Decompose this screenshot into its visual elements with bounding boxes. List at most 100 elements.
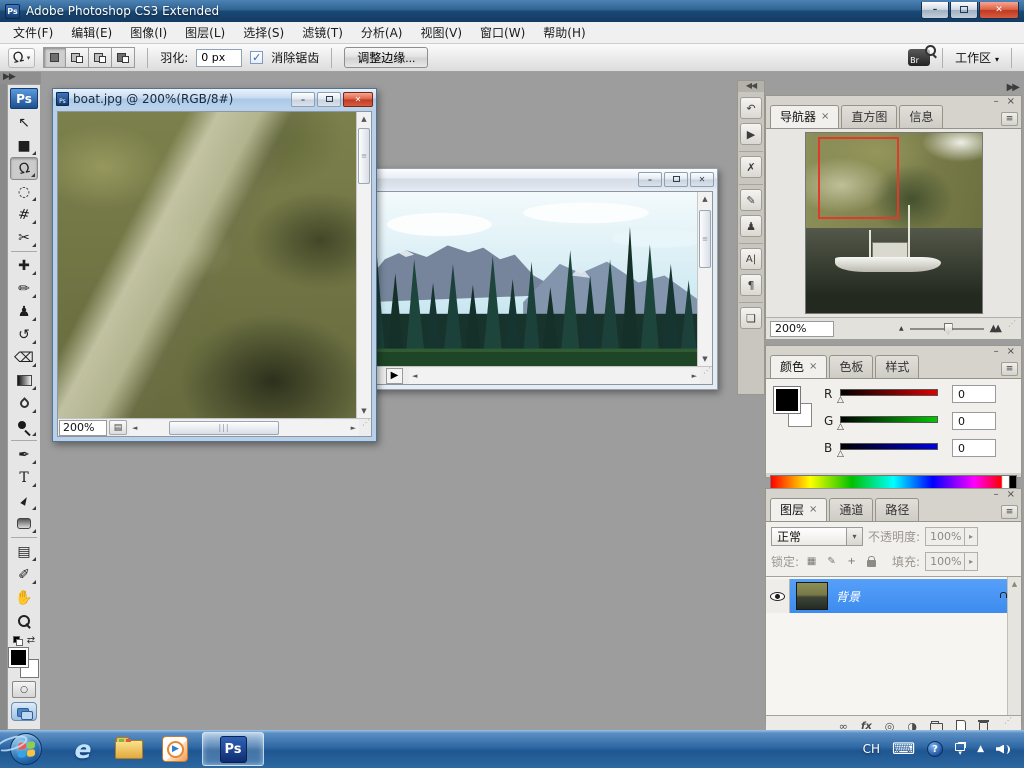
doc1-close-button[interactable]: ✕ [343, 91, 373, 107]
scrollbar-thumb[interactable]: ≡ [699, 210, 711, 268]
actions-panel-button[interactable]: ▶ [740, 123, 762, 145]
path-selection-tool[interactable]: ► [10, 489, 38, 512]
tab-info[interactable]: 信息 [899, 105, 944, 128]
scroll-up-arrow[interactable]: ▲ [702, 192, 707, 206]
file-explorer-button[interactable] [106, 731, 152, 767]
minimize-button[interactable]: – [921, 1, 949, 19]
ps-logo-button[interactable]: Ps [10, 88, 38, 109]
blend-mode-select[interactable]: 正常 ▾ [771, 527, 863, 546]
panel-menu-button[interactable]: ≡ [1001, 112, 1018, 126]
tab-color[interactable]: 颜色 × [770, 355, 828, 378]
status-flyout-button[interactable]: ▶ [386, 367, 403, 384]
lock-transparency-button[interactable]: ▦ [804, 554, 819, 569]
zoom-out-icon[interactable]: ▲ [899, 325, 904, 332]
workspace-menu[interactable]: 工作区 ▾ [955, 49, 999, 66]
red-slider[interactable]: △ [837, 387, 938, 405]
panel-minimize-icon[interactable]: – [994, 490, 999, 500]
green-slider[interactable]: △ [837, 414, 938, 432]
tab-close-icon[interactable]: × [809, 504, 817, 515]
dock-collapse-header[interactable]: ◀◀ [738, 81, 764, 92]
panel-close-icon[interactable]: × [1007, 490, 1015, 500]
menu-edit[interactable]: 编辑(E) [62, 22, 121, 43]
history-brush-tool[interactable]: ↺ [10, 323, 38, 346]
panel-close-icon[interactable]: × [1007, 97, 1015, 107]
blue-slider[interactable]: △ [837, 441, 938, 459]
subtract-from-selection-button[interactable] [89, 47, 113, 68]
lock-position-button[interactable]: + [844, 554, 859, 569]
opacity-field[interactable]: 100% ▸ [925, 527, 979, 546]
volume-icon[interactable] [996, 743, 1010, 756]
scroll-down-arrow[interactable]: ▼ [702, 352, 707, 366]
hand-tool[interactable]: ✋ [10, 586, 38, 609]
scroll-right-arrow[interactable]: ► [351, 424, 356, 432]
fill-field[interactable]: 100% ▸ [925, 552, 979, 571]
tab-swatches[interactable]: 色板 [829, 355, 874, 378]
scroll-down-arrow[interactable]: ▼ [361, 404, 366, 418]
tab-close-icon[interactable]: × [821, 111, 829, 122]
tab-histogram[interactable]: 直方图 [841, 105, 898, 128]
resize-grip[interactable]: ⋰ [700, 366, 712, 384]
slider-thumb[interactable] [943, 322, 953, 335]
tool-preset-picker[interactable]: Ω ▾ [8, 47, 36, 68]
close-button[interactable]: ✕ [979, 1, 1019, 19]
swap-colors-button[interactable]: ⇄ [27, 635, 35, 646]
type-tool[interactable]: T [10, 466, 38, 489]
doc2-horizontal-scrollbar[interactable]: ◄ ► [409, 367, 700, 384]
panel-resize-grip[interactable]: ⋰ [1005, 319, 1017, 337]
ime-options-button[interactable]: ▾ [955, 742, 966, 756]
background-layer-row[interactable]: 背景 [766, 579, 1007, 613]
quick-mask-button[interactable]: ○ [12, 681, 36, 698]
zoom-in-icon[interactable]: ▲▲ [990, 323, 1003, 334]
resize-grip[interactable]: ⋰ [359, 418, 371, 436]
menu-image[interactable]: 图像(I) [121, 22, 176, 43]
feather-input[interactable] [196, 48, 243, 67]
ime-help-button[interactable]: ? [927, 741, 944, 757]
doc1-minimize-button[interactable]: – [291, 91, 315, 107]
panel-menu-button[interactable]: ≡ [1001, 362, 1018, 376]
menu-analysis[interactable]: 分析(A) [352, 22, 412, 43]
tab-layers[interactable]: 图层 × [770, 498, 828, 521]
lasso-tool[interactable]: Ω [10, 157, 38, 180]
tab-styles[interactable]: 样式 [875, 355, 920, 378]
brush-tool[interactable]: ✏ [10, 277, 38, 300]
quick-selection-tool[interactable]: ◌ [10, 180, 38, 203]
character-panel-button[interactable]: A| [740, 248, 762, 270]
tab-navigator[interactable]: 导航器 × [770, 105, 840, 128]
show-hidden-icons-button[interactable]: ▲ [977, 744, 984, 754]
tool-presets-panel-button[interactable]: ✗ [740, 156, 762, 178]
restore-button[interactable] [950, 1, 978, 19]
intersect-selection-button[interactable] [112, 47, 136, 68]
media-player-button[interactable]: ▶ [152, 731, 198, 767]
add-to-selection-button[interactable] [66, 47, 90, 68]
doc2-vertical-scrollbar[interactable]: ▲ ≡ ▼ [697, 192, 712, 366]
spinner-arrow-icon[interactable]: ▸ [964, 553, 977, 570]
lock-all-button[interactable] [864, 554, 879, 569]
spinner-arrow-icon[interactable]: ▸ [964, 528, 977, 545]
tab-paths[interactable]: 路径 [875, 498, 920, 521]
navigator-zoom-field[interactable]: 200% [770, 320, 834, 337]
menu-filter[interactable]: 滤镜(T) [293, 22, 352, 43]
visibility-toggle[interactable] [766, 579, 790, 613]
toolbar-collapse-header[interactable]: ▶▶ [0, 72, 41, 84]
document-window-boat[interactable]: Ps boat.jpg @ 200%(RGB/8#) – ✕ ▲ ≡ ▼ 200… [52, 88, 377, 442]
language-indicator[interactable]: CH [863, 742, 880, 756]
crop-tool[interactable]: # [10, 203, 38, 226]
gradient-tool[interactable] [10, 369, 38, 392]
dodge-tool[interactable] [10, 415, 38, 438]
default-colors-button[interactable] [12, 635, 23, 646]
menu-file[interactable]: 文件(F) [4, 22, 62, 43]
scroll-left-arrow[interactable]: ◄ [412, 372, 417, 380]
navigator-view-rectangle[interactable] [817, 136, 899, 220]
menu-layer[interactable]: 图层(L) [176, 22, 234, 43]
menu-help[interactable]: 帮助(H) [534, 22, 594, 43]
app-titlebar[interactable]: Ps Adobe Photoshop CS3 Extended – ✕ [0, 0, 1024, 22]
zoom-tool[interactable] [10, 609, 38, 632]
clone-stamp-tool[interactable]: ♟ [10, 300, 38, 323]
doc2-restore-button[interactable] [664, 171, 688, 187]
menu-select[interactable]: 选择(S) [234, 22, 293, 43]
keyboard-icon[interactable]: ⌨ [892, 741, 915, 757]
scrollbar-thumb[interactable]: ||| [169, 420, 279, 435]
panel-minimize-icon[interactable]: – [994, 347, 999, 357]
eraser-tool[interactable]: ⌫ [10, 346, 38, 369]
doc1-vertical-scrollbar[interactable]: ▲ ≡ ▼ [356, 112, 371, 418]
